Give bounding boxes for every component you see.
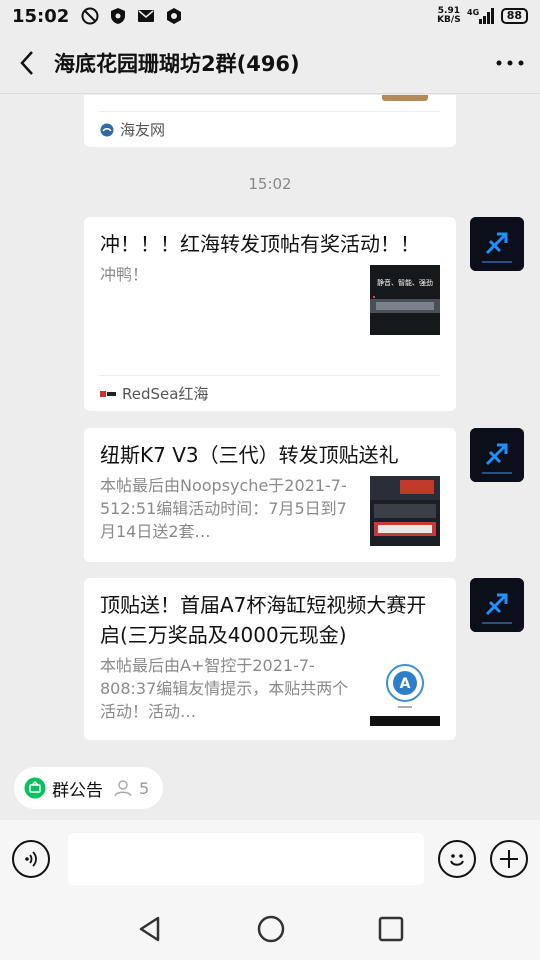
nav-recents-square-icon[interactable] — [378, 916, 404, 942]
link-card-partial[interactable]: 海友网 — [84, 95, 456, 147]
thumb-fragment — [382, 95, 428, 101]
card-description: 本帖最后由A+智控于2021-7-808:37编辑友情提示，本贴共两个活动！活动… — [100, 656, 349, 721]
emoji-button[interactable] — [438, 840, 476, 878]
more-dots-icon — [496, 60, 524, 65]
card-source-label: RedSea红海 — [122, 385, 209, 403]
message-input-bar — [0, 820, 540, 898]
net-speed-unit: KB/S — [437, 15, 461, 25]
nav-home-circle-icon[interactable] — [256, 914, 286, 944]
link-card[interactable]: 顶贴送！首届A7杯海缸短视频大赛开启(三万奖品及4000元现金) 本帖最后由A+… — [84, 578, 456, 740]
message-input[interactable] — [68, 833, 424, 885]
link-card[interactable]: 纽斯K7 V3（三代）转发顶贴送礼 本帖最后由Noopsyche于2021-7-… — [84, 428, 456, 562]
card-description: 本帖最后由Noopsyche于2021-7-512:51编辑活动时间：7月5日到… — [100, 476, 347, 541]
sender-avatar[interactable] — [470, 428, 524, 482]
more-functions-button[interactable] — [490, 840, 528, 878]
thumb-text: 静音、智能、强劲 — [377, 278, 433, 287]
announcement-count: 5 — [139, 778, 150, 798]
emoji-icon — [450, 854, 464, 866]
mail-icon — [138, 10, 155, 22]
voice-input-button[interactable] — [12, 840, 50, 878]
aquarium-light-thumbnail — [370, 476, 440, 546]
chat-title: 海底花园珊瑚坊2群(496) — [54, 51, 300, 76]
card-source: 海友网 — [100, 111, 440, 147]
announcement-label: 群公告 — [52, 780, 103, 801]
chevron-left-icon — [20, 50, 33, 75]
card-source: RedSea红海 — [100, 375, 440, 411]
card-title: 纽斯K7 V3（三代）转发顶贴送礼 — [100, 443, 399, 467]
status-bar: 15:02 5.91 KB/S 4G 88 — [0, 0, 540, 32]
card-description: 冲鸭！ — [100, 265, 149, 284]
link-card[interactable]: 冲！！！红海转发顶帖有奖活动！！ 冲鸭！ 静音、智能、强劲 RedSea红海 — [84, 217, 456, 411]
card-source-label: 海友网 — [120, 121, 166, 139]
redsea-logo-icon — [100, 388, 116, 399]
nav-back-triangle-icon[interactable] — [136, 915, 164, 943]
system-navigation-bar — [0, 898, 540, 960]
app-notification-icon — [167, 8, 182, 24]
card-title: 冲！！！红海转发顶帖有奖活动！！ — [100, 232, 420, 256]
net-speed: 5.91 KB/S — [437, 7, 461, 25]
status-time: 15:02 — [12, 5, 70, 27]
shield-icon — [111, 8, 126, 24]
signal-icon: 4G — [467, 8, 494, 24]
redsea-product-thumbnail: 静音、智能、强劲 — [370, 265, 440, 335]
message-timestamp: 15:02 — [248, 175, 292, 193]
chat-messages[interactable]: 海友网 15:02 冲！！！红海转发顶帖有奖活动！！ 冲鸭！ 静音、智能、强劲 … — [0, 95, 540, 755]
sagittarius-avatar-icon — [470, 217, 524, 271]
card-title: 顶贴送！首届A7杯海缸短视频大赛开启(三万奖品及4000元现金) — [100, 593, 427, 647]
sagittarius-avatar-icon — [470, 428, 524, 482]
person-icon — [114, 780, 132, 797]
back-button[interactable] — [0, 32, 54, 94]
sender-avatar[interactable] — [470, 578, 524, 632]
group-announcement-button[interactable]: 群公告 5 — [14, 767, 164, 809]
haiyou-logo-icon — [100, 123, 114, 136]
more-options-button[interactable] — [480, 32, 540, 94]
announcement-icon — [24, 777, 46, 799]
battery-indicator: 88 — [500, 8, 528, 24]
plus-icon — [500, 850, 518, 868]
svg-text:A: A — [400, 676, 411, 692]
chat-header: 海底花园珊瑚坊2群(496) — [0, 32, 540, 94]
do-not-disturb-icon — [81, 7, 99, 25]
sagittarius-avatar-icon — [470, 578, 524, 632]
sender-avatar[interactable] — [470, 217, 524, 271]
svg-text:4G: 4G — [467, 8, 479, 17]
voice-icon — [25, 851, 37, 867]
a-plus-logo-thumbnail: A — [370, 656, 440, 726]
